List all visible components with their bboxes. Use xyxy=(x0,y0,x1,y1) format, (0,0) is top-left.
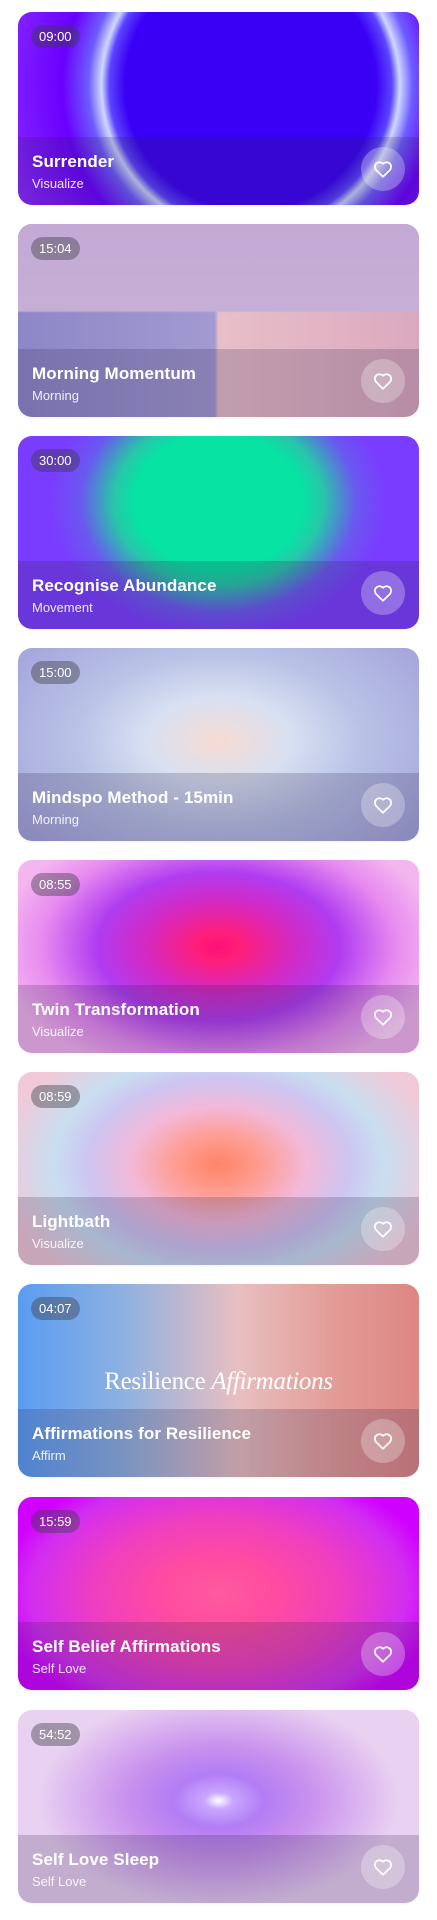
duration-badge: 54:52 xyxy=(31,1723,80,1746)
duration-badge: 08:59 xyxy=(31,1085,80,1108)
duration-badge: 09:00 xyxy=(31,25,80,48)
favorite-button[interactable] xyxy=(361,1419,405,1463)
artwork-title: Resilience Affirmations xyxy=(18,1368,419,1396)
session-category: Visualize xyxy=(32,1236,84,1251)
favorite-button[interactable] xyxy=(361,359,405,403)
session-card[interactable]: Resilience Affirmations 04:07 Affirmatio… xyxy=(18,1284,419,1477)
session-category: Morning xyxy=(32,812,79,827)
artwork-title-accent: Affirmations xyxy=(211,1368,333,1395)
heart-outline-icon xyxy=(373,1221,393,1238)
session-title: Self Belief Affirmations xyxy=(32,1637,221,1656)
favorite-button[interactable] xyxy=(361,1845,405,1889)
session-card[interactable]: 15:00 Mindspo Method - 15min Morning xyxy=(18,648,419,841)
session-title: Lightbath xyxy=(32,1212,111,1231)
session-category: Affirm xyxy=(32,1448,66,1463)
session-category: Visualize xyxy=(32,176,84,191)
session-category: Self Love xyxy=(32,1874,87,1889)
duration-badge: 15:04 xyxy=(31,237,80,260)
heart-outline-icon xyxy=(373,1859,393,1876)
artwork-title-main: Resilience xyxy=(104,1368,206,1395)
session-category: Movement xyxy=(32,600,93,615)
duration-badge: 15:59 xyxy=(31,1510,80,1533)
session-card[interactable]: 08:59 Lightbath Visualize xyxy=(18,1072,419,1265)
favorite-button[interactable] xyxy=(361,147,405,191)
favorite-button[interactable] xyxy=(361,783,405,827)
favorite-button[interactable] xyxy=(361,1207,405,1251)
session-card[interactable]: 54:52 Self Love Sleep Self Love xyxy=(18,1710,419,1903)
heart-outline-icon xyxy=(373,161,393,178)
duration-badge: 15:00 xyxy=(31,661,80,684)
session-card[interactable]: 09:00 Surrender Visualize xyxy=(18,12,419,205)
session-title: Self Love Sleep xyxy=(32,1850,160,1869)
favorite-button[interactable] xyxy=(361,1632,405,1676)
heart-outline-icon xyxy=(373,373,393,390)
heart-outline-icon xyxy=(373,1646,393,1663)
session-title: Affirmations for Resilience xyxy=(32,1424,252,1443)
heart-outline-icon xyxy=(373,797,393,814)
session-card[interactable]: 30:00 Recognise Abundance Movement xyxy=(18,436,419,629)
session-title: Twin Transformation xyxy=(32,1000,200,1019)
session-title: Mindspo Method - 15min xyxy=(32,788,234,807)
session-category: Morning xyxy=(32,388,79,403)
heart-outline-icon xyxy=(373,1009,393,1026)
session-title: Recognise Abundance xyxy=(32,576,217,595)
session-list: 09:00 Surrender Visualize 15:04 Morning … xyxy=(0,0,437,1920)
heart-outline-icon xyxy=(373,585,393,602)
duration-badge: 04:07 xyxy=(31,1297,80,1320)
favorite-button[interactable] xyxy=(361,571,405,615)
duration-badge: 30:00 xyxy=(31,449,80,472)
session-card[interactable]: 08:55 Twin Transformation Visualize xyxy=(18,860,419,1053)
session-title: Surrender xyxy=(32,152,115,171)
session-category: Self Love xyxy=(32,1661,87,1676)
session-title: Morning Momentum xyxy=(32,364,197,383)
session-category: Visualize xyxy=(32,1024,84,1039)
session-card[interactable]: 15:59 Self Belief Affirmations Self Love xyxy=(18,1497,419,1690)
favorite-button[interactable] xyxy=(361,995,405,1039)
duration-badge: 08:55 xyxy=(31,873,80,896)
session-card[interactable]: 15:04 Morning Momentum Morning xyxy=(18,224,419,417)
heart-outline-icon xyxy=(373,1433,393,1450)
